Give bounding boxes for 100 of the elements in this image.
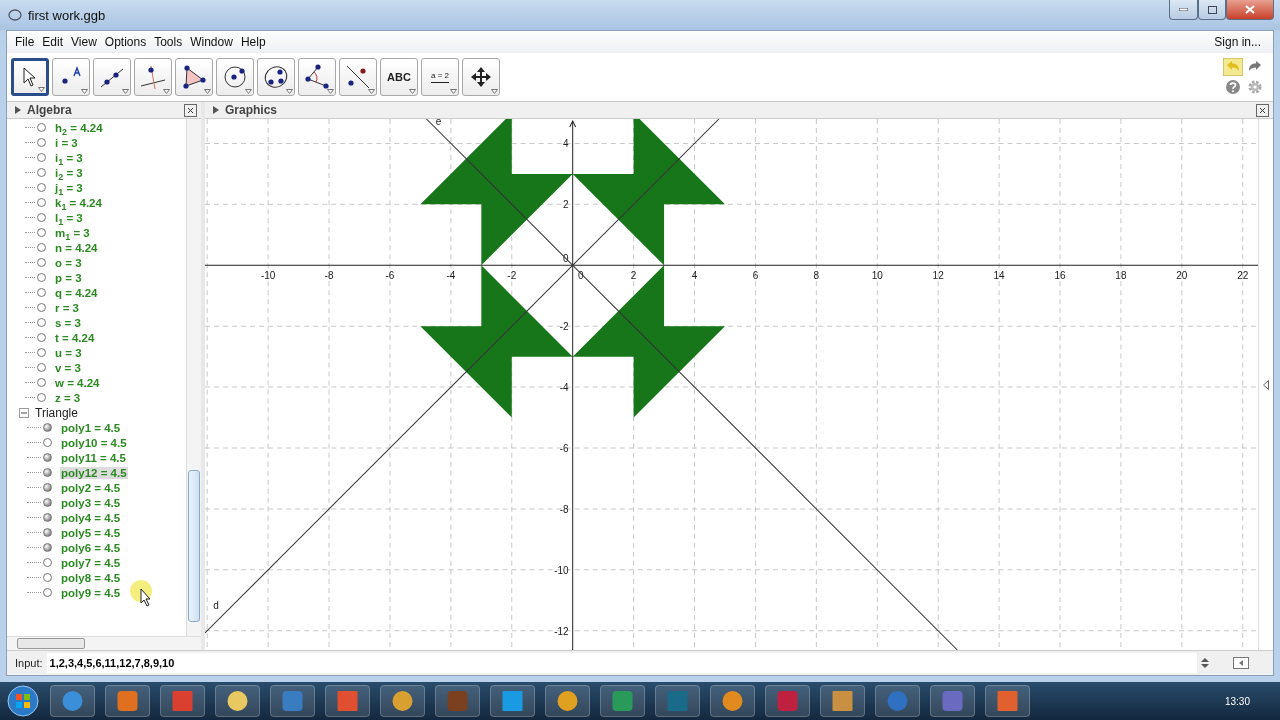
tool-button[interactable] [298,58,336,96]
taskbar-app-icon[interactable] [490,685,535,717]
menu-item[interactable]: Edit [38,35,68,49]
taskbar-app-icon[interactable] [545,685,590,717]
algebra-object[interactable]: l$_{1}$ = 3 [54,211,84,224]
tool-button[interactable] [462,58,500,96]
menu-item[interactable]: Help [236,35,270,49]
algebra-object[interactable]: poly5 = 4.5 [60,526,122,539]
visibility-toggle[interactable] [37,258,46,267]
maximize-button[interactable] [1198,0,1226,20]
input-field[interactable]: 1,2,3,4,5,6,11,12,7,8,9,10 [46,653,1197,673]
algebra-object[interactable]: t = 4.24 [54,331,96,344]
visibility-toggle[interactable] [37,318,46,327]
scroll-thumb[interactable] [188,470,200,622]
algebra-object[interactable]: q = 4.24 [54,286,99,299]
group-label[interactable]: Triangle [35,405,78,420]
visibility-toggle[interactable] [37,138,46,147]
visibility-toggle[interactable] [43,588,52,597]
algebra-object[interactable]: r = 3 [54,301,80,314]
scrollbar[interactable] [186,119,201,636]
help-icon[interactable] [1223,78,1243,96]
algebra-object[interactable]: n = 4.24 [54,241,99,254]
tool-button[interactable]: ABC [380,58,418,96]
scroll-thumb[interactable] [17,638,85,649]
triangle-icon[interactable] [15,106,21,114]
menu-item[interactable]: Options [100,35,151,49]
algebra-object[interactable]: i = 3 [54,136,79,149]
taskbar-app-icon[interactable] [50,685,95,717]
close-button[interactable] [1226,0,1274,20]
taskbar-app-icon[interactable] [380,685,425,717]
tool-button[interactable] [11,58,49,96]
algebra-object[interactable]: v = 3 [54,361,82,374]
visibility-toggle[interactable] [43,498,52,507]
start-button[interactable] [6,684,40,718]
taskbar-app-icon[interactable] [600,685,645,717]
taskbar-app-icon[interactable] [930,685,975,717]
visibility-toggle[interactable] [43,573,52,582]
visibility-toggle[interactable] [37,348,46,357]
visibility-toggle[interactable] [37,123,46,132]
visibility-toggle[interactable] [43,558,52,567]
algebra-object[interactable]: poly6 = 4.5 [60,541,122,554]
visibility-toggle[interactable] [43,423,52,432]
algebra-object[interactable]: poly7 = 4.5 [60,556,122,569]
tool-button[interactable] [216,58,254,96]
algebra-object[interactable]: w = 4.24 [54,376,101,389]
tool-button[interactable]: a = 2 [421,58,459,96]
sign-in-link[interactable]: Sign in... [1214,35,1261,49]
visibility-toggle[interactable] [37,213,46,222]
algebra-object[interactable]: o = 3 [54,256,83,269]
algebra-object[interactable]: i$_{2}$ = 3 [54,166,84,179]
tool-button[interactable] [257,58,295,96]
taskbar-app-icon[interactable] [435,685,480,717]
collapse-toggle[interactable] [19,407,29,418]
algebra-object[interactable]: u = 3 [54,346,83,359]
algebra-object[interactable]: poly9 = 4.5 [60,586,122,599]
taskbar-app-icon[interactable] [215,685,260,717]
visibility-toggle[interactable] [37,198,46,207]
close-button[interactable] [184,103,197,117]
algebra-object[interactable]: h$_{2}$ = 4.24 [54,121,104,134]
taskbar-app-icon[interactable] [985,685,1030,717]
algebra-object[interactable]: poly11 = 4.5 [60,451,127,464]
algebra-object[interactable]: poly1 = 4.5 [60,421,122,434]
algebra-object[interactable]: poly3 = 4.5 [60,496,122,509]
algebra-object[interactable]: m$_{1}$ = 3 [54,226,91,239]
visibility-toggle[interactable] [37,153,46,162]
taskbar-app-icon[interactable] [765,685,810,717]
visibility-toggle[interactable] [43,543,52,552]
tool-button[interactable] [52,58,90,96]
taskbar-app-icon[interactable] [710,685,755,717]
visibility-toggle[interactable] [37,183,46,192]
visibility-toggle[interactable] [43,513,52,522]
visibility-toggle[interactable] [43,438,52,447]
minimize-button[interactable] [1169,0,1198,20]
taskbar-app-icon[interactable] [105,685,150,717]
visibility-toggle[interactable] [37,333,46,342]
tool-button[interactable] [339,58,377,96]
visibility-toggle[interactable] [43,528,52,537]
algebra-object[interactable]: poly4 = 4.5 [60,511,122,524]
triangle-icon[interactable] [213,106,219,114]
algebra-object[interactable]: poly2 = 4.5 [60,481,122,494]
algebra-object[interactable]: p = 3 [54,271,83,284]
algebra-object[interactable]: z = 3 [54,391,82,404]
taskbar-app-icon[interactable] [820,685,865,717]
horizontal-scrollbar[interactable] [7,636,201,650]
visibility-toggle[interactable] [37,168,46,177]
algebra-object[interactable]: k$_{1}$ = 4.24 [54,196,103,209]
visibility-toggle[interactable] [43,453,52,462]
keyboard-icon[interactable] [1233,657,1249,669]
tool-button[interactable] [175,58,213,96]
algebra-object[interactable]: i$_{1}$ = 3 [54,151,84,164]
visibility-toggle[interactable] [37,228,46,237]
visibility-toggle[interactable] [37,378,46,387]
visibility-toggle[interactable] [37,363,46,372]
visibility-toggle[interactable] [43,468,52,477]
taskbar-app-icon[interactable] [160,685,205,717]
taskbar-app-icon[interactable] [875,685,920,717]
dropdown-icon[interactable] [1201,657,1209,669]
algebra-object[interactable]: j$_{1}$ = 3 [54,181,84,194]
menu-item[interactable]: Window [186,35,237,49]
taskbar-app-icon[interactable] [655,685,700,717]
